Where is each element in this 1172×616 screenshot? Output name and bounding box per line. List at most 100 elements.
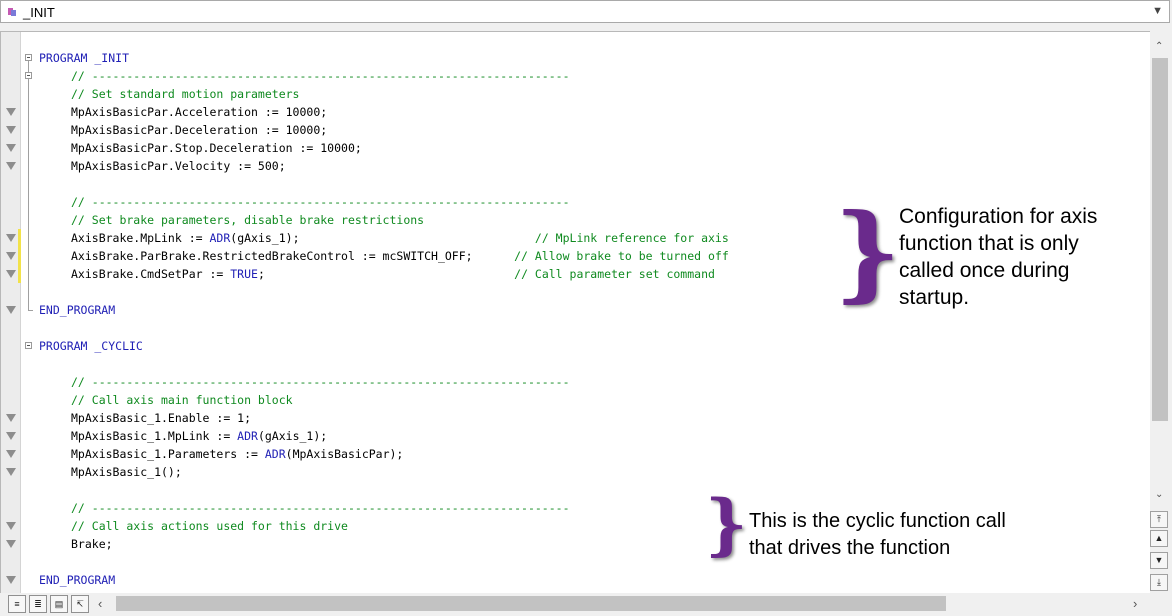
code-line[interactable]: // -------------------------------------… [71,499,570,517]
table-view-icon[interactable]: ▤ [50,595,68,613]
code-line[interactable]: MpAxisBasic_1(); [71,463,182,481]
code-comment: // Call axis main function block [71,393,293,407]
code-comment: // -------------------------------------… [71,375,570,389]
code-keyword: TRUE [230,267,258,281]
code-line[interactable]: // Call axis actions used for this drive [71,517,348,535]
breakpoint-marker-icon[interactable] [6,468,16,476]
breakpoint-gutter[interactable] [1,32,21,594]
breakpoint-marker-icon[interactable] [6,522,16,530]
bottom-toolbar: ≡ ≣ ▤ ↸ ‹ › [0,593,1172,616]
declaration-view-icon[interactable]: ↸ [71,595,89,613]
breakpoint-marker-icon[interactable] [6,252,16,260]
editor-tab-header[interactable]: _INIT ▼ [0,0,1170,23]
code-token: Brake; [71,537,113,551]
breakpoint-marker-icon[interactable] [6,270,16,278]
code-line[interactable]: AxisBrake.CmdSetPar := TRUE; // Call par… [71,265,715,283]
code-token: AxisBrake.ParBrake.RestrictedBrakeContro… [71,249,515,263]
code-line[interactable]: Brake; [71,535,113,553]
scroll-to-top-button[interactable]: ⤒ [1150,511,1168,528]
code-line[interactable]: MpAxisBasicPar.Stop.Deceleration := 1000… [71,139,362,157]
code-token: MpAxisBasicPar.Deceleration := 10000; [71,123,328,137]
code-line[interactable]: END_PROGRAM [39,571,115,589]
scroll-right-icon[interactable]: › [1133,596,1137,611]
vertical-scrollbar[interactable]: ⌃ ⌄ [1150,31,1170,593]
code-line[interactable]: MpAxisBasic_1.Parameters := ADR(MpAxisBa… [71,445,403,463]
scroll-up-icon[interactable]: ⌃ [1155,41,1163,52]
code-keyword: END_PROGRAM [39,303,116,317]
code-comment: // -------------------------------------… [71,69,570,83]
cyclic-brace-annotation: } [705,485,748,563]
vertical-scroll-thumb[interactable] [1152,58,1168,421]
code-keyword: ADR [264,447,286,461]
code-keyword: END_PROGRAM [39,573,116,587]
cyclic-section-annotation: This is the cyclic function call that dr… [749,510,1006,559]
code-line[interactable]: // Set standard motion parameters [71,85,299,103]
code-line[interactable]: // Set brake parameters, disable brake r… [71,211,424,229]
code-line[interactable]: MpAxisBasic_1.Enable := 1; [71,409,251,427]
code-token: MpAxisBasic_1.MpLink := [71,429,238,443]
code-keyword: ADR [209,231,231,245]
fold-guide [28,61,29,310]
code-token: MpAxisBasic_1.Enable := 1; [71,411,252,425]
code-comment: // -------------------------------------… [71,195,570,209]
horizontal-scroll-thumb[interactable] [116,596,946,611]
modified-lines-marker [18,229,21,283]
outline-view-icon[interactable]: ≣ [29,595,47,613]
init-brace-annotation: } [834,190,901,313]
breakpoint-marker-icon[interactable] [6,306,16,314]
code-line[interactable]: MpAxisBasic_1.MpLink := ADR(gAxis_1); [71,427,327,445]
scroll-left-icon[interactable]: ‹ [98,596,102,611]
chevron-down-icon[interactable]: ▼ [1152,5,1163,17]
fold-toggle-icon[interactable] [25,72,32,79]
scroll-down-icon[interactable]: ⌄ [1155,489,1163,500]
breakpoint-marker-icon[interactable] [6,540,16,548]
code-line[interactable]: PROGRAM _INIT [39,49,129,67]
code-line[interactable]: // -------------------------------------… [71,373,570,391]
code-line[interactable]: AxisBrake.MpLink := ADR(gAxis_1); // MpL… [71,229,729,247]
code-line[interactable]: // -------------------------------------… [71,193,570,211]
code-token: (gAxis_1); [230,231,535,245]
breakpoint-marker-icon[interactable] [6,144,16,152]
breakpoint-marker-icon[interactable] [6,432,16,440]
code-keyword: ADR [237,429,258,443]
code-line[interactable]: AxisBrake.ParBrake.RestrictedBrakeContro… [71,247,729,265]
code-token: AxisBrake.CmdSetPar := [71,267,231,281]
editor-title: _INIT [23,5,55,20]
code-keyword: PROGRAM _CYCLIC [39,339,143,353]
code-token: ; [257,267,515,281]
fold-toggle-icon[interactable] [25,342,32,349]
code-line[interactable]: PROGRAM _CYCLIC [39,337,143,355]
fold-toggle-icon[interactable] [25,54,32,61]
code-token: MpAxisBasicPar.Acceleration := 10000; [71,105,328,119]
breakpoint-marker-icon[interactable] [6,414,16,422]
program-file-icon [8,8,16,16]
code-comment: // -------------------------------------… [71,501,570,515]
breakpoint-marker-icon[interactable] [6,576,16,584]
page-down-button[interactable]: ▼ [1150,552,1168,569]
scroll-to-bottom-button[interactable]: ⤓ [1150,574,1168,591]
code-comment: // MpLink reference for axis [534,231,729,245]
code-line[interactable]: MpAxisBasicPar.Velocity := 500; [71,157,286,175]
init-section-annotation: Configuration for axis function that is … [899,205,1098,309]
code-token: (gAxis_1); [257,429,328,443]
code-token: MpAxisBasicPar.Stop.Deceleration := 1000… [71,141,362,155]
code-line[interactable]: MpAxisBasicPar.Acceleration := 10000; [71,103,327,121]
code-keyword: PROGRAM _INIT [39,51,130,65]
breakpoint-marker-icon[interactable] [6,234,16,242]
code-token: MpAxisBasic_1.Parameters := [71,447,265,461]
page-up-button[interactable]: ▲ [1150,530,1168,547]
breakpoint-marker-icon[interactable] [6,162,16,170]
breakpoint-marker-icon[interactable] [6,450,16,458]
code-token: AxisBrake.MpLink := [71,231,210,245]
code-line[interactable]: END_PROGRAM [39,301,115,319]
code-comment: // Set brake parameters, disable brake r… [71,213,425,227]
code-token: MpAxisBasic_1(); [71,465,182,479]
code-comment: // Allow brake to be turned off [514,249,729,263]
code-line[interactable]: // Call axis main function block [71,391,293,409]
code-line[interactable]: MpAxisBasicPar.Deceleration := 10000; [71,121,327,139]
code-line[interactable]: // -------------------------------------… [71,67,570,85]
breakpoint-marker-icon[interactable] [6,108,16,116]
breakpoint-marker-icon[interactable] [6,126,16,134]
text-view-icon[interactable]: ≡ [8,595,26,613]
code-comment: // Call parameter set command [514,267,715,281]
